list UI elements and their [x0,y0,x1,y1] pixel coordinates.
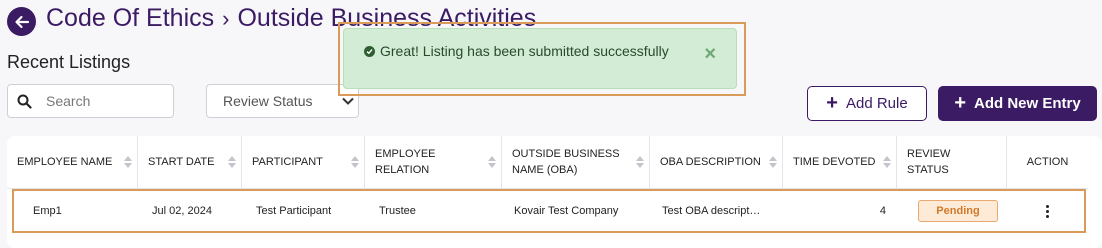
kebab-menu-icon[interactable] [1046,204,1049,218]
review-status-select-label: Review Status [223,93,313,109]
cell-participant: Test Participant [256,205,332,217]
column-header-time-devoted[interactable]: TIME DEVOTED [783,136,897,188]
cell-action [1007,204,1088,218]
cell-employee-name: Emp1 [33,205,62,217]
column-header-employee-relation[interactable]: EMPLOYEE RELATION [365,136,502,188]
cell-time-devoted: 4 [879,205,886,217]
column-header-oba-description[interactable]: OBA DESCRIPTION [650,136,783,188]
plus-icon: + [826,91,838,114]
table-header: EMPLOYEE NAME START DATE PARTICIPANT EMP… [7,136,1088,189]
column-header-review-status: REVIEW STATUS [897,136,1007,188]
sort-icon[interactable] [228,156,236,168]
arrow-left-icon [14,15,29,28]
section-title: Recent Listings [7,52,131,72]
column-header-business-name[interactable]: OUTSIDE BUSINESS NAME (OBA) [502,136,650,188]
cell-start-date: Jul 02, 2024 [152,205,212,217]
sort-icon[interactable] [636,156,644,168]
add-new-entry-label: Add New Entry [974,95,1081,112]
add-new-entry-button[interactable]: + Add New Entry [938,86,1097,121]
search-field[interactable] [7,84,174,118]
sort-icon[interactable] [124,156,132,168]
close-icon[interactable]: × [704,44,716,64]
check-circle-icon [364,46,375,57]
sort-icon[interactable] [351,156,359,168]
column-header-participant[interactable]: PARTICIPANT [242,136,365,188]
chevron-down-icon [342,97,354,105]
sort-icon[interactable] [769,156,777,168]
back-button[interactable] [7,7,36,36]
sort-icon[interactable] [488,156,496,168]
listings-table: EMPLOYEE NAME START DATE PARTICIPANT EMP… [7,136,1102,248]
column-header-employee-name[interactable]: EMPLOYEE NAME [7,136,138,188]
plus-icon: + [954,91,966,114]
status-badge: Pending [918,200,998,222]
cell-business-name: Kovair Test Company [514,205,619,217]
add-rule-label: Add Rule [845,95,908,112]
review-status-select[interactable]: Review Status [206,84,359,118]
column-header-start-date[interactable]: START DATE [138,136,242,188]
cell-oba-description: Test OBA descript… [662,205,761,217]
breadcrumb-item-code-of-ethics[interactable]: Code Of Ethics [46,4,214,33]
add-rule-button[interactable]: + Add Rule [807,86,927,121]
cell-employee-relation: Trustee [379,205,416,217]
search-input[interactable] [44,92,158,110]
success-toast: Great! Listing has been submitted succes… [343,28,737,89]
column-header-action: ACTION [1026,156,1069,168]
cell-review-status: Pending [897,200,1007,222]
search-icon [17,94,32,109]
breadcrumb-separator-icon: › [222,5,230,31]
toast-message: Great! Listing has been submitted succes… [380,43,669,59]
sort-icon[interactable] [883,156,891,168]
table-row[interactable]: Emp1 Jul 02, 2024 Test Participant Trust… [7,192,1088,230]
